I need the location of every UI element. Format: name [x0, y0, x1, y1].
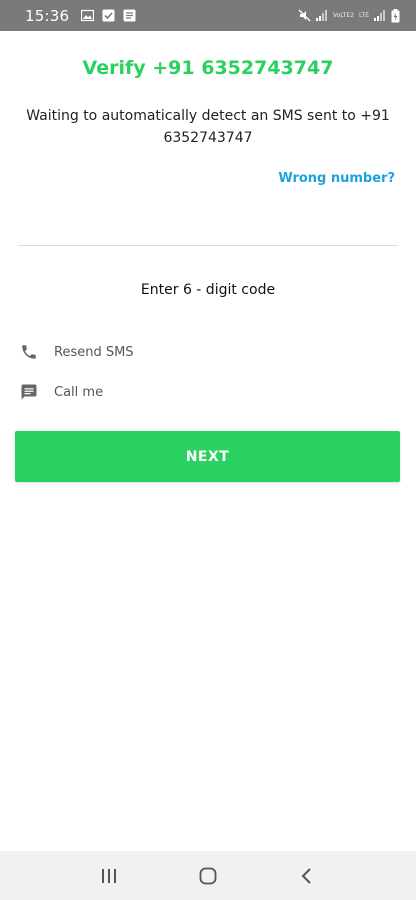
wrong-number-link[interactable]: Wrong number? [278, 171, 395, 186]
verify-screen: Verify +91 6352743747 Waiting to automat… [0, 31, 416, 851]
home-icon [199, 867, 217, 884]
notification-icons [81, 9, 136, 22]
system-status-icons: VoLTE2 LTE [298, 8, 400, 23]
battery-icon [391, 8, 400, 22]
resend-sms-option[interactable]: Resend SMS [20, 340, 134, 364]
status-time: 15:36 [25, 6, 70, 25]
system-nav-bar [0, 851, 416, 900]
message-icon [21, 384, 37, 400]
recent-apps-button[interactable] [89, 856, 129, 896]
code-input-line[interactable] [18, 245, 398, 246]
call-me-option[interactable]: Call me [20, 380, 103, 404]
back-icon [301, 867, 311, 884]
next-button[interactable]: NEXT [15, 431, 400, 482]
lte-label: LTE [359, 11, 369, 19]
sms-wait-message: Waiting to automatically detect an SMS s… [26, 108, 390, 146]
home-button[interactable] [188, 856, 228, 896]
page-title: Verify +91 6352743747 [82, 57, 334, 79]
back-button[interactable] [287, 856, 327, 896]
signal-icon-2 [374, 10, 385, 21]
mute-icon [298, 9, 311, 22]
gallery-icon [81, 9, 95, 22]
message-box-icon [123, 9, 136, 22]
signal-icon [315, 10, 327, 21]
volte-label: VoLTE2 [332, 11, 355, 19]
status-bar: 15:36 VoLTE2 LTE [0, 0, 416, 31]
checkbox-icon [102, 9, 115, 22]
recent-apps-icon [102, 868, 117, 883]
phone-icon [22, 345, 36, 359]
code-prompt: Enter 6 - digit code [140, 282, 276, 298]
resend-sms-label: Resend SMS [54, 344, 134, 360]
call-me-label: Call me [54, 384, 104, 400]
